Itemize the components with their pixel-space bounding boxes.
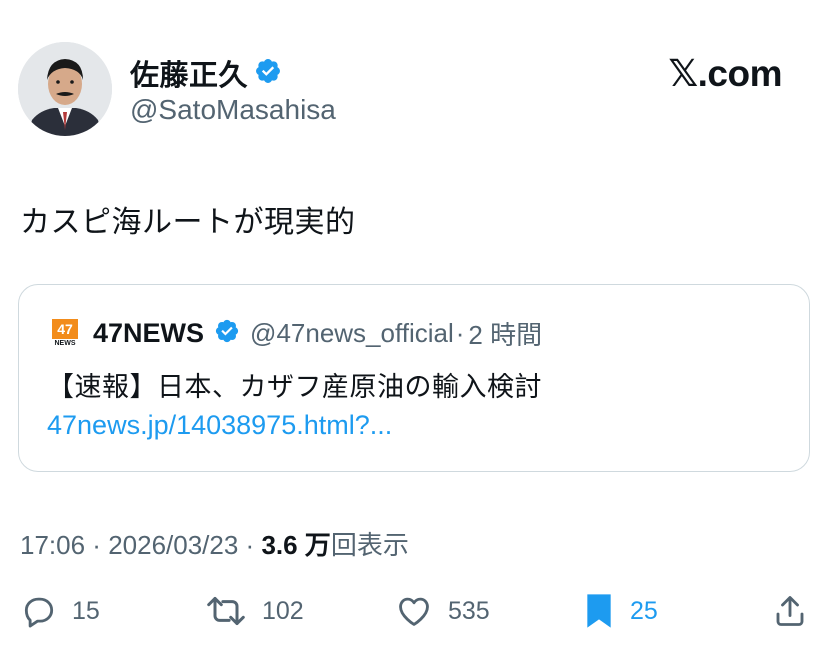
avatar-photo xyxy=(18,42,112,136)
author-display-name[interactable]: 佐藤正久 xyxy=(130,52,248,94)
quoted-author-handle: @47news_official xyxy=(250,318,454,348)
views-count: 3.6 万 xyxy=(261,530,331,560)
quoted-tweet-card[interactable]: 47 NEWS 47NEWS @47news_official · 2 時間 【… xyxy=(18,284,810,472)
action-bar: 15 102 535 25 xyxy=(0,586,828,636)
tweet-text: カスピ海ルートが現実的 xyxy=(20,206,356,239)
bookmark-count: 25 xyxy=(630,596,658,625)
reply-count: 15 xyxy=(72,596,100,625)
tweet-meta: 17:06 · 2026/03/23 · 3.6 万 回表示 xyxy=(20,525,409,562)
separator-dot: · xyxy=(238,530,262,560)
separator-dot: · xyxy=(85,530,109,560)
quoted-author-name: 47NEWS xyxy=(93,318,205,348)
47news-logo-icon: 47 NEWS xyxy=(47,316,83,352)
repost-icon xyxy=(207,596,245,626)
like-button[interactable]: 535 xyxy=(394,586,490,636)
author-handle[interactable]: @SatoMasahisa xyxy=(130,94,336,126)
verified-badge-icon xyxy=(214,318,240,349)
views-label: 回表示 xyxy=(330,530,409,560)
heart-icon xyxy=(399,597,429,626)
share-button[interactable] xyxy=(772,586,808,636)
repost-count: 102 xyxy=(262,596,304,625)
verified-badge-icon xyxy=(254,57,282,90)
avatar[interactable] xyxy=(18,42,112,136)
reply-button[interactable]: 15 xyxy=(20,586,100,636)
quoted-tweet-text: 【速報】日本、カザフ産原油の輸入検討 xyxy=(47,372,542,402)
author-name-row: 佐藤正久 xyxy=(130,52,282,94)
tweet-date[interactable]: 2026/03/23 xyxy=(108,530,238,561)
separator-dot: · xyxy=(455,318,465,348)
quoted-tweet-header: 47 NEWS 47NEWS @47news_official · 2 時間 xyxy=(47,315,542,352)
like-count: 535 xyxy=(448,596,490,625)
x-logo: 𝕏.com xyxy=(668,53,782,94)
tweet-time[interactable]: 17:06 xyxy=(20,530,85,561)
share-icon xyxy=(776,596,804,626)
bookmark-button[interactable]: 25 xyxy=(582,586,658,636)
reply-icon xyxy=(24,597,54,628)
quoted-tweet-time: 2 時間 xyxy=(468,320,543,350)
bookmark-icon xyxy=(587,594,611,628)
quoted-tweet-link[interactable]: 47news.jp/14038975.html?... xyxy=(47,410,392,441)
repost-button[interactable]: 102 xyxy=(204,586,304,636)
